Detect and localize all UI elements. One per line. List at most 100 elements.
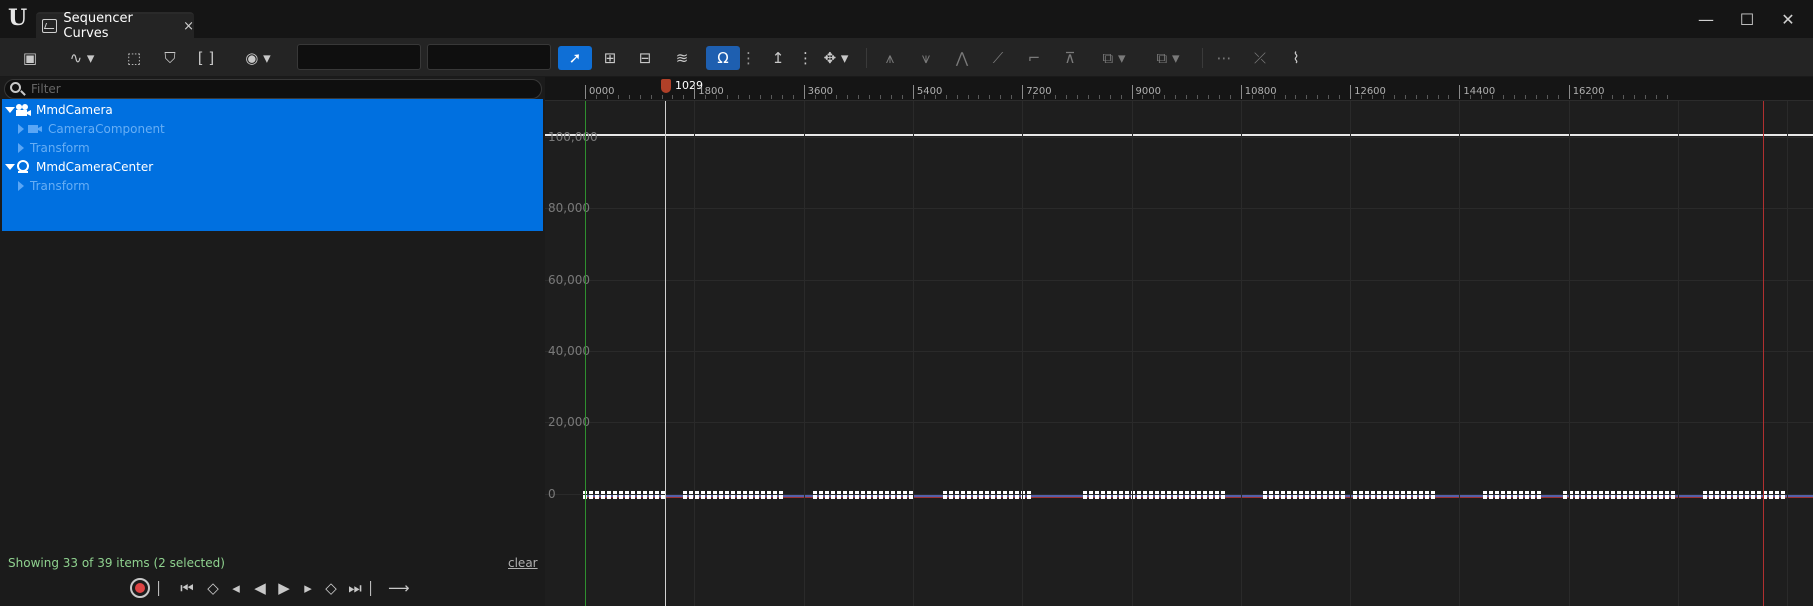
pre-infinity-dropdown[interactable]: ⧉ ▾: [1094, 46, 1134, 70]
key-marker[interactable]: [755, 491, 759, 499]
auto-tangent-icon[interactable]: ⩚: [878, 46, 902, 70]
key-marker[interactable]: [631, 491, 635, 499]
key-marker[interactable]: [1209, 491, 1213, 499]
playback-start-marker[interactable]: [585, 101, 586, 606]
record-icon[interactable]: [130, 578, 150, 598]
key-marker[interactable]: [1575, 491, 1579, 499]
key-marker[interactable]: [649, 491, 653, 499]
key-marker[interactable]: [719, 491, 723, 499]
key-marker[interactable]: [643, 491, 647, 499]
key-marker[interactable]: [1659, 491, 1663, 499]
key-marker[interactable]: [1395, 491, 1399, 499]
key-marker[interactable]: [749, 491, 753, 499]
curve-filter-icon[interactable]: ⌇: [1284, 46, 1308, 70]
key-marker[interactable]: [825, 491, 829, 499]
step-backward-icon[interactable]: ◂: [226, 576, 246, 600]
key-marker[interactable]: [1781, 491, 1785, 499]
key-marker[interactable]: [943, 491, 947, 499]
key-marker[interactable]: [1359, 491, 1363, 499]
key-marker[interactable]: [1341, 491, 1345, 499]
key-marker[interactable]: [707, 491, 711, 499]
maximize-button[interactable]: ☐: [1735, 8, 1759, 32]
key-marker[interactable]: [595, 491, 599, 499]
key-marker[interactable]: [1101, 491, 1105, 499]
key-marker[interactable]: [725, 491, 729, 499]
frame-all-icon[interactable]: [ ]: [194, 46, 218, 70]
key-marker[interactable]: [1413, 491, 1417, 499]
key-marker[interactable]: [1709, 491, 1713, 499]
key-marker[interactable]: [1119, 491, 1123, 499]
key-marker[interactable]: [589, 491, 593, 499]
post-infinity-dropdown[interactable]: ⧉ ▾: [1148, 46, 1188, 70]
key-marker[interactable]: [613, 491, 617, 499]
user-tangent-icon[interactable]: ⩛: [914, 46, 938, 70]
key-marker[interactable]: [1745, 491, 1749, 499]
key-marker[interactable]: [1419, 491, 1423, 499]
key-marker[interactable]: [767, 491, 771, 499]
key-marker[interactable]: [1537, 491, 1541, 499]
key-marker[interactable]: [1389, 491, 1393, 499]
key-marker[interactable]: [967, 491, 971, 499]
key-marker[interactable]: [1751, 491, 1755, 499]
key-marker[interactable]: [1563, 491, 1567, 499]
key-marker[interactable]: [1095, 491, 1099, 499]
key-marker[interactable]: [1323, 491, 1327, 499]
unreal-logo-icon[interactable]: U: [8, 6, 32, 30]
linear-tangent-icon[interactable]: ⟋: [986, 46, 1010, 70]
key-marker[interactable]: [773, 491, 777, 499]
axis-snap-dropdown[interactable]: ✥ ▾: [816, 46, 856, 70]
key-marker[interactable]: [1431, 491, 1435, 499]
tab-close-icon[interactable]: ×: [183, 19, 194, 34]
transform-tool-icon[interactable]: ⊞: [598, 46, 622, 70]
key-marker[interactable]: [1311, 491, 1315, 499]
key-marker[interactable]: [1757, 491, 1761, 499]
loop-icon[interactable]: ⟶: [388, 576, 410, 600]
key-marker[interactable]: [867, 491, 871, 499]
key-marker[interactable]: [1377, 491, 1381, 499]
snapping-magnet-button[interactable]: Ω: [706, 46, 740, 70]
key-marker[interactable]: [903, 491, 907, 499]
play-reverse-icon[interactable]: ◀: [250, 576, 270, 600]
key-marker[interactable]: [779, 491, 783, 499]
curve-view-mode-dropdown[interactable]: ∿ ▾: [62, 46, 102, 70]
key-marker[interactable]: [737, 491, 741, 499]
key-marker[interactable]: [1599, 491, 1603, 499]
key-marker[interactable]: [1365, 491, 1369, 499]
key-marker[interactable]: [819, 491, 823, 499]
key-marker[interactable]: [601, 491, 605, 499]
frame-selection-icon[interactable]: ⬚: [122, 46, 146, 70]
time-ruler[interactable]: 1029 0000 1800 3600 5400 7200 9000 10800 12600 1…: [545, 77, 1813, 101]
retime-tool-icon[interactable]: ⊟: [633, 46, 657, 70]
key-marker[interactable]: [1371, 491, 1375, 499]
key-marker[interactable]: [891, 491, 895, 499]
clear-link[interactable]: clear: [508, 556, 538, 570]
key-marker[interactable]: [1483, 491, 1487, 499]
key-marker[interactable]: [1191, 491, 1195, 499]
key-marker[interactable]: [1215, 491, 1219, 499]
key-marker[interactable]: [1401, 491, 1405, 499]
key-marker[interactable]: [1269, 491, 1273, 499]
key-marker[interactable]: [1263, 491, 1267, 499]
key-marker[interactable]: [1623, 491, 1627, 499]
key-marker[interactable]: [813, 491, 817, 499]
key-marker[interactable]: [973, 491, 977, 499]
key-marker[interactable]: [1083, 491, 1087, 499]
key-marker[interactable]: [1203, 491, 1207, 499]
key-marker[interactable]: [1383, 491, 1387, 499]
key-marker[interactable]: [1703, 491, 1707, 499]
expand-arrow-icon[interactable]: [14, 175, 26, 197]
select-tool-button[interactable]: ➚: [558, 46, 592, 70]
key-marker[interactable]: [1317, 491, 1321, 499]
key-marker[interactable]: [1617, 491, 1621, 499]
key-strip[interactable]: [583, 491, 1813, 501]
key-marker[interactable]: [897, 491, 901, 499]
key-marker[interactable]: [761, 491, 765, 499]
step-end-icon[interactable]: ⏭: [344, 576, 366, 600]
key-marker[interactable]: [843, 491, 847, 499]
multi-scale-tool-icon[interactable]: ≋: [670, 46, 694, 70]
key-marker[interactable]: [701, 491, 705, 499]
jump-to-start-icon[interactable]: ⎸: [158, 576, 173, 600]
key-marker[interactable]: [1641, 491, 1645, 499]
key-marker[interactable]: [1221, 491, 1225, 499]
key-marker[interactable]: [1015, 491, 1019, 499]
